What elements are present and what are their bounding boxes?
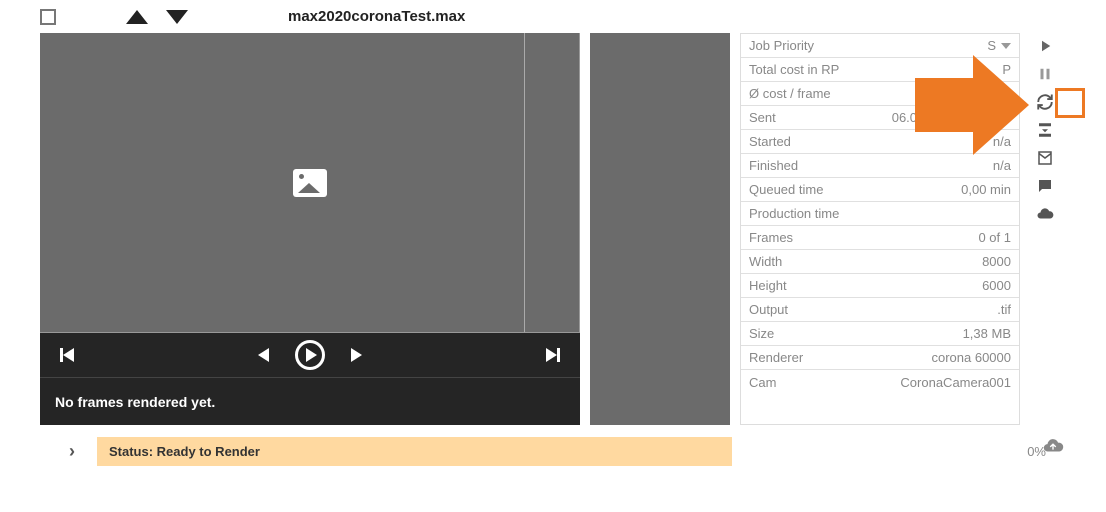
info-value: n/a [993, 134, 1011, 149]
download-button[interactable] [1034, 119, 1056, 141]
preview-panel: No frames rendered yet. [40, 33, 580, 425]
info-row: Ø cost / frame 0,00 RP [741, 82, 1019, 106]
info-label: Output [749, 302, 788, 317]
info-label: Queued time [749, 182, 823, 197]
preview-divider [524, 33, 579, 332]
info-label: Ø cost / frame [749, 86, 831, 101]
info-label: Frames [749, 230, 793, 245]
info-value: CoronaCamera001 [900, 375, 1011, 390]
info-row: Total cost in RP P [741, 58, 1019, 82]
info-value: 06.01.2021 12:25:30 [892, 110, 1011, 125]
side-preview-panel [590, 33, 730, 425]
skip-start-button[interactable] [60, 348, 74, 362]
info-row: Started n/a [741, 130, 1019, 154]
info-row: Width 8000 [741, 250, 1019, 274]
next-frame-button[interactable] [351, 348, 362, 362]
move-down-button[interactable] [166, 10, 188, 24]
job-info-panel: Job Priority S Total cost in RP P Ø cost … [740, 33, 1020, 425]
info-row: Sent 06.01.2021 12:25:30 [741, 106, 1019, 130]
play-button[interactable] [295, 340, 325, 370]
expand-chevron-icon[interactable]: › [62, 441, 82, 462]
cloud-button[interactable] [1034, 203, 1056, 225]
info-row: Queued time 0,00 min [741, 178, 1019, 202]
status-bar: Status: Ready to Render [97, 437, 732, 466]
refresh-button[interactable] [1034, 91, 1056, 113]
info-row: Output .tif [741, 298, 1019, 322]
chevron-down-icon [1001, 43, 1011, 49]
info-value: .tif [997, 302, 1011, 317]
info-label: Size [749, 326, 774, 341]
info-label: Started [749, 134, 791, 149]
pause-render-button[interactable] [1034, 63, 1056, 85]
email-button[interactable] [1034, 147, 1056, 169]
info-row: Size 1,38 MB [741, 322, 1019, 346]
info-row: Frames 0 of 1 [741, 226, 1019, 250]
info-value: P [1002, 62, 1011, 77]
skip-end-button[interactable] [546, 348, 560, 362]
info-label: Production time [749, 206, 839, 221]
info-label: Cam [749, 375, 776, 390]
info-row: Renderer corona 60000 [741, 346, 1019, 370]
playback-controls [40, 333, 580, 377]
preview-status-message: No frames rendered yet. [40, 377, 580, 425]
priority-dropdown[interactable]: S [987, 38, 1011, 53]
info-row: Production time [741, 202, 1019, 226]
header-bar: max2020coronaTest.max [0, 0, 1106, 33]
info-row: Cam CoronaCamera001 [741, 370, 1019, 394]
info-label: Height [749, 278, 787, 293]
message-button[interactable] [1034, 175, 1056, 197]
status-row: › Status: Ready to Render 0% [0, 425, 1106, 466]
info-row-priority: Job Priority S [741, 34, 1019, 58]
info-label: Finished [749, 158, 798, 173]
main-content: No frames rendered yet. Job Priority S T… [0, 33, 1106, 425]
filename-label: max2020coronaTest.max [288, 8, 465, 25]
move-up-button[interactable] [126, 10, 148, 24]
info-label: Job Priority [749, 38, 814, 53]
nav-arrows [126, 10, 188, 24]
info-value: 0 of 1 [978, 230, 1011, 245]
select-checkbox[interactable] [40, 9, 56, 25]
info-value: n/a [993, 158, 1011, 173]
info-label: Width [749, 254, 782, 269]
info-value: 8000 [982, 254, 1011, 269]
info-value: 0,00 RP [964, 86, 1011, 101]
info-row: Finished n/a [741, 154, 1019, 178]
info-value: 6000 [982, 278, 1011, 293]
actions-column [1030, 33, 1060, 425]
preview-viewport [40, 33, 580, 333]
start-render-button[interactable] [1034, 35, 1056, 57]
info-label: Total cost in RP [749, 62, 839, 77]
prev-frame-button[interactable] [258, 348, 269, 362]
cloud-upload-button[interactable] [1042, 435, 1064, 457]
info-value: 0,00 min [961, 182, 1011, 197]
info-row: Height 6000 [741, 274, 1019, 298]
info-value: corona 60000 [931, 350, 1011, 365]
info-label: Renderer [749, 350, 803, 365]
image-placeholder-icon [293, 169, 327, 197]
info-value: 1,38 MB [963, 326, 1011, 341]
info-label: Sent [749, 110, 776, 125]
